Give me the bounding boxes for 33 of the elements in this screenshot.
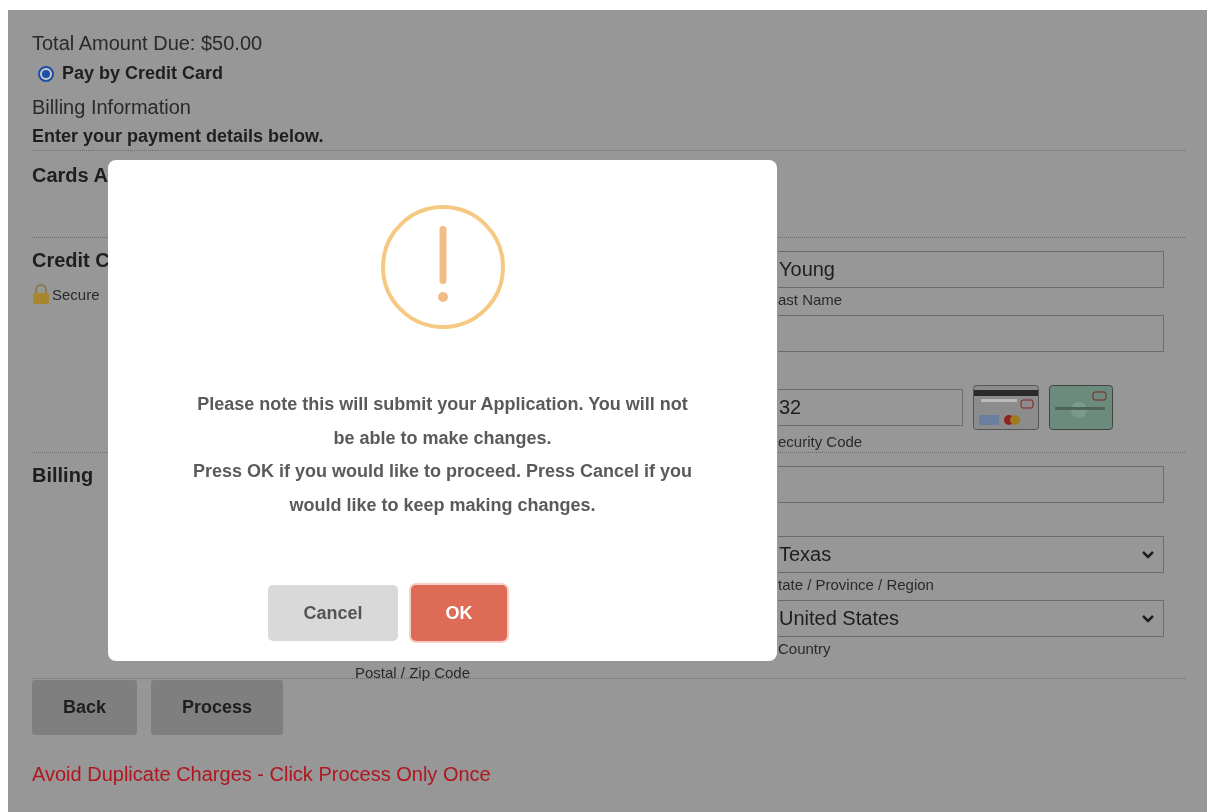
field-label: Country xyxy=(778,640,831,659)
section-heading: Billing xyxy=(32,464,94,487)
warning-text: Avoid Duplicate Charges - Click Process Only Once xyxy=(32,763,492,786)
card-front-drawing xyxy=(1049,385,1113,430)
input-field[interactable] xyxy=(778,315,1164,352)
radio-button[interactable] xyxy=(38,65,54,82)
input-field[interactable]: Young xyxy=(778,251,1164,288)
padlock-icon xyxy=(32,284,50,304)
security-code-field[interactable]: 32 xyxy=(778,389,963,426)
form-button[interactable]: Back xyxy=(32,680,138,735)
caret-icon xyxy=(1141,549,1155,560)
field-label: ast Name xyxy=(778,291,843,310)
form-button[interactable]: Process xyxy=(151,680,284,735)
secure-label: Secure xyxy=(52,285,100,303)
section-heading: Cards A xyxy=(32,164,108,187)
dropdown[interactable]: United States xyxy=(778,600,1164,637)
section-heading: Billing Information xyxy=(32,96,192,119)
input-field[interactable] xyxy=(778,466,1164,503)
field-label: Postal / Zip Code xyxy=(355,664,471,681)
warning-icon xyxy=(379,204,506,330)
caret-icon xyxy=(1141,613,1155,624)
section-heading: Credit C xyxy=(32,249,110,272)
field-label: ecurity Code xyxy=(778,433,863,452)
option-label: Pay by Credit Card xyxy=(62,63,224,84)
confirm-button[interactable]: OK xyxy=(411,585,507,641)
dialog-message: Press OK if you would like to proceed. Press Cancel if you would like to keep making changes. xyxy=(191,460,694,517)
card-back-drawing xyxy=(973,385,1039,430)
field-label: tate / Province / Region xyxy=(778,576,934,595)
dialog-message: Please note this will submit your Application. You will not be able to make changes. xyxy=(196,393,689,450)
dropdown[interactable]: Texas xyxy=(778,536,1164,573)
instructions-text: Enter your payment details below. xyxy=(32,126,325,148)
total-amount-text: Total Amount Due: $50.00 xyxy=(32,32,264,55)
cancel-button[interactable]: Cancel xyxy=(268,585,398,641)
